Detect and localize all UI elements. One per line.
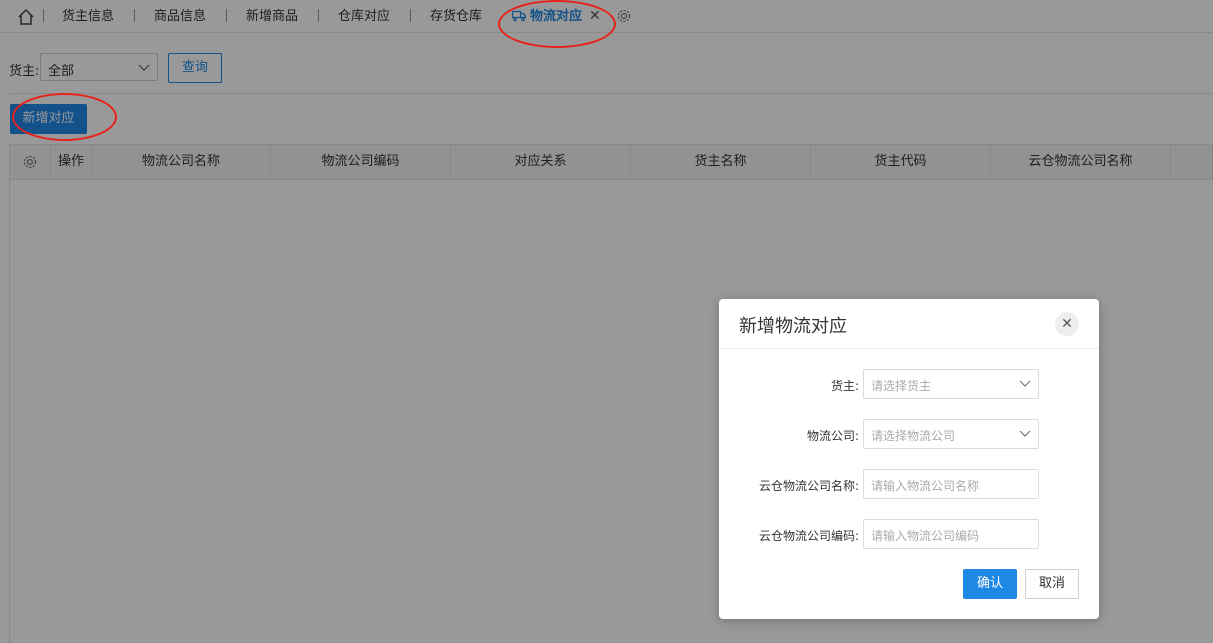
dialog-title: 新增物流对应 xyxy=(739,316,847,337)
chevron-down-icon xyxy=(1019,430,1031,437)
cancel-button[interactable]: 取消 xyxy=(1025,569,1079,599)
logistics-company-label: 物流公司: xyxy=(806,429,859,443)
cloud-logistics-code-input[interactable]: 请输入物流公司编码 xyxy=(863,519,1039,549)
owner-select[interactable]: 请选择货主 xyxy=(863,369,1039,399)
cloud-logistics-code-label: 云仓物流公司编码: xyxy=(758,529,859,543)
add-logistics-mapping-dialog: 新增物流对应 ✕ 货主: 请选择货主 物流公司: 请选择物流公司 云仓物流公司名… xyxy=(719,299,1099,619)
logistics-company-placeholder: 请选择物流公司 xyxy=(871,429,956,443)
owner-field-label: 货主: xyxy=(830,379,859,393)
cloud-logistics-name-label: 云仓物流公司名称: xyxy=(758,479,859,493)
cloud-logistics-code-placeholder: 请输入物流公司编码 xyxy=(871,529,980,543)
owner-select-placeholder: 请选择货主 xyxy=(871,379,932,393)
logistics-company-select[interactable]: 请选择物流公司 xyxy=(863,419,1039,449)
annotation-circle xyxy=(12,93,117,141)
cloud-logistics-name-input[interactable]: 请输入物流公司名称 xyxy=(863,469,1039,499)
chevron-down-icon xyxy=(1019,380,1031,387)
annotation-circle xyxy=(498,0,616,48)
close-icon[interactable]: ✕ xyxy=(1055,312,1079,336)
divider xyxy=(719,348,1099,349)
cloud-logistics-name-placeholder: 请输入物流公司名称 xyxy=(871,479,980,493)
confirm-button[interactable]: 确认 xyxy=(963,569,1017,599)
